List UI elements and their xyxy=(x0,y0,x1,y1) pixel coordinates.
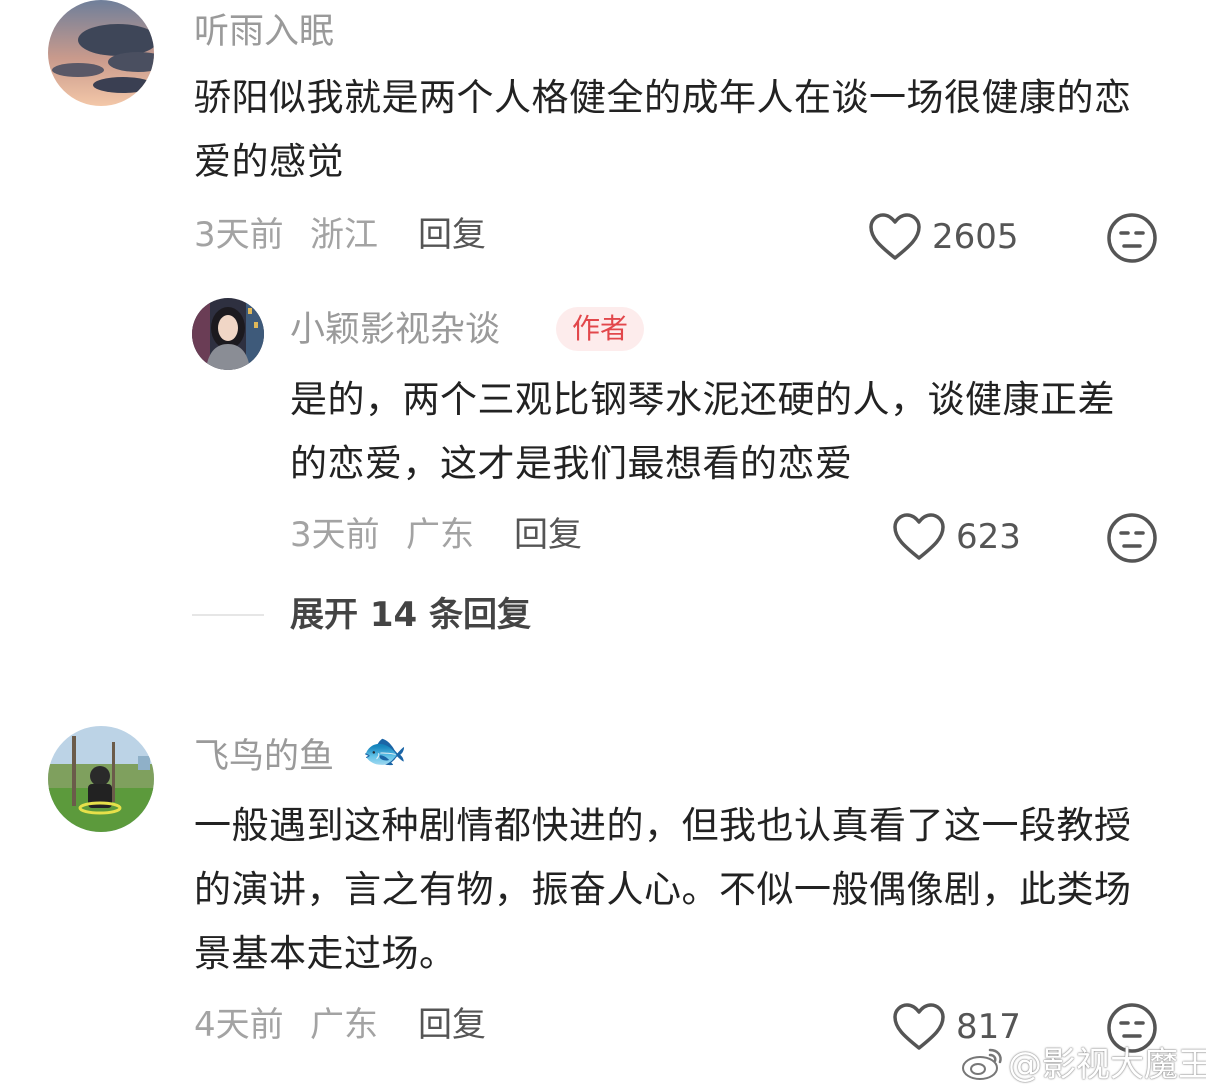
comment-username[interactable]: 听雨入眠 xyxy=(194,15,334,50)
heart-outline-icon[interactable] xyxy=(892,512,946,562)
meh-face-icon[interactable] xyxy=(1106,512,1158,564)
avatar[interactable] xyxy=(48,0,154,106)
weibo-logo-icon xyxy=(960,1044,1006,1082)
comment-list: 听雨入眠 骄阳似我就是两个人格健全的成年人在谈一场很健康的恋爱的感觉 3天前 浙… xyxy=(0,0,1206,1092)
comment-time: 4天前 xyxy=(194,1005,284,1045)
reply-button[interactable]: 回复 xyxy=(418,1008,486,1042)
reply-time: 3天前 xyxy=(290,515,380,555)
like-count: 817 xyxy=(956,1007,1021,1047)
heart-outline-icon[interactable] xyxy=(868,212,922,262)
fish-emoji: 🐟 xyxy=(362,731,407,772)
expand-divider xyxy=(192,614,264,616)
avatar[interactable] xyxy=(48,726,154,832)
like-count: 623 xyxy=(956,517,1021,557)
comment-text: 一般遇到这种剧情都快进的，但我也认真看了这一段教授的演讲，言之有物，振奋人心。不… xyxy=(194,804,1132,975)
reply-location: 广东 xyxy=(406,515,474,555)
expand-replies-button[interactable]: 展开 14 条回复 xyxy=(290,598,531,632)
heart-outline-icon[interactable] xyxy=(892,1002,946,1052)
reply-text: 是的，两个三观比钢琴水泥还硬的人，谈健康正差的恋爱，这才是我们最想看的恋爱 xyxy=(290,378,1115,485)
comment-username[interactable]: 飞鸟的鱼 xyxy=(194,740,334,775)
comment-text: 骄阳似我就是两个人格健全的成年人在谈一场很健康的恋爱的感觉 xyxy=(194,76,1132,183)
avatar[interactable] xyxy=(192,298,264,370)
watermark-text: @影视大魔王 xyxy=(1008,1045,1206,1085)
like-count: 2605 xyxy=(932,217,1019,257)
meh-face-icon[interactable] xyxy=(1106,212,1158,264)
comment-location: 浙江 xyxy=(310,215,378,255)
author-badge: 作者 xyxy=(556,307,645,351)
reply-button[interactable]: 回复 xyxy=(514,518,582,552)
reply-button[interactable]: 回复 xyxy=(418,218,486,252)
comment-time: 3天前 xyxy=(194,215,284,255)
reply-username[interactable]: 小颖影视杂谈 xyxy=(290,313,500,348)
comment-location: 广东 xyxy=(310,1005,378,1045)
